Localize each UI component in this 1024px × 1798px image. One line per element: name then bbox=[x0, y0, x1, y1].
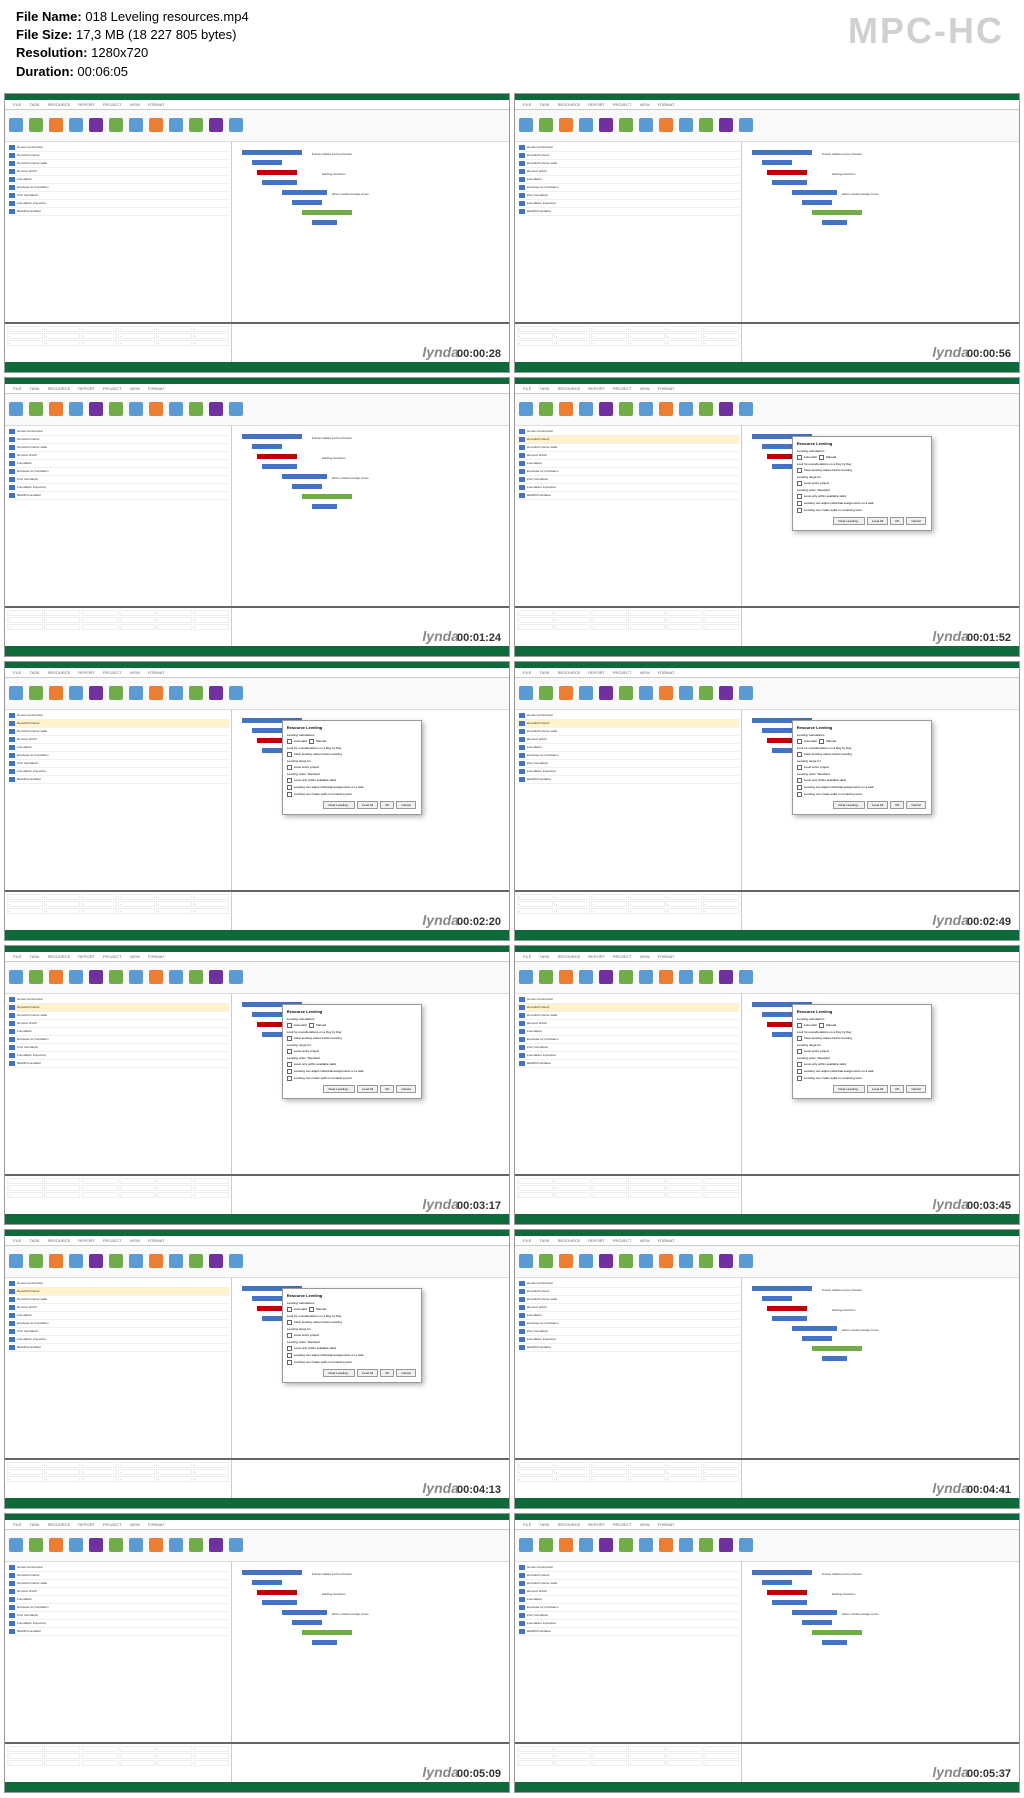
watermark: lynda bbox=[422, 912, 459, 928]
player-logo: MPC-HC bbox=[848, 10, 1004, 52]
timestamp: 00:04:13 bbox=[457, 1484, 501, 1496]
timestamp: 00:05:37 bbox=[967, 1768, 1011, 1780]
timestamp: 00:01:24 bbox=[457, 632, 501, 644]
video-thumbnail[interactable]: FILETASKRESOURCEREPORTPROJECTVIEWFORMATH… bbox=[4, 93, 510, 373]
duration-label: Duration: bbox=[16, 64, 74, 79]
resolution-label: Resolution: bbox=[16, 45, 88, 60]
video-thumbnail[interactable]: FILETASKRESOURCEREPORTPROJECTVIEWFORMATH… bbox=[514, 1513, 1020, 1793]
watermark: lynda bbox=[932, 344, 969, 360]
file-name-value: 018 Leveling resources.mp4 bbox=[85, 9, 248, 24]
video-thumbnail[interactable]: FILETASKRESOURCEREPORTPROJECTVIEWFORMATH… bbox=[514, 945, 1020, 1225]
watermark: lynda bbox=[422, 1764, 459, 1780]
watermark: lynda bbox=[422, 344, 459, 360]
video-thumbnail[interactable]: FILETASKRESOURCEREPORTPROJECTVIEWFORMATH… bbox=[4, 945, 510, 1225]
timestamp: 00:02:20 bbox=[457, 916, 501, 928]
watermark: lynda bbox=[932, 1764, 969, 1780]
video-thumbnail[interactable]: FILETASKRESOURCEREPORTPROJECTVIEWFORMATH… bbox=[4, 1513, 510, 1793]
video-thumbnail[interactable]: FILETASKRESOURCEREPORTPROJECTVIEWFORMATH… bbox=[4, 377, 510, 657]
watermark: lynda bbox=[422, 628, 459, 644]
timestamp: 00:00:28 bbox=[457, 348, 501, 360]
video-thumbnail[interactable]: FILETASKRESOURCEREPORTPROJECTVIEWFORMATH… bbox=[514, 661, 1020, 941]
watermark: lynda bbox=[932, 912, 969, 928]
watermark: lynda bbox=[932, 628, 969, 644]
timestamp: 00:02:49 bbox=[967, 916, 1011, 928]
video-thumbnail[interactable]: FILETASKRESOURCEREPORTPROJECTVIEWFORMATH… bbox=[514, 377, 1020, 657]
timestamp: 00:03:17 bbox=[457, 1200, 501, 1212]
file-name-label: File Name: bbox=[16, 9, 82, 24]
file-size-value: 17,3 MB (18 227 805 bytes) bbox=[76, 27, 236, 42]
thumbnail-grid: FILETASKRESOURCEREPORTPROJECTVIEWFORMATH… bbox=[0, 89, 1024, 1797]
timestamp: 00:01:52 bbox=[967, 632, 1011, 644]
watermark: lynda bbox=[422, 1196, 459, 1212]
duration-value: 00:06:05 bbox=[77, 64, 128, 79]
video-thumbnail[interactable]: FILETASKRESOURCEREPORTPROJECTVIEWFORMATH… bbox=[4, 661, 510, 941]
watermark: lynda bbox=[422, 1480, 459, 1496]
timestamp: 00:04:41 bbox=[967, 1484, 1011, 1496]
watermark: lynda bbox=[932, 1480, 969, 1496]
video-thumbnail[interactable]: FILETASKRESOURCEREPORTPROJECTVIEWFORMATH… bbox=[4, 1229, 510, 1509]
video-thumbnail[interactable]: FILETASKRESOURCEREPORTPROJECTVIEWFORMATH… bbox=[514, 93, 1020, 373]
timestamp: 00:00:56 bbox=[967, 348, 1011, 360]
file-info-header: File Name: 018 Leveling resources.mp4 Fi… bbox=[0, 0, 1024, 89]
file-size-label: File Size: bbox=[16, 27, 72, 42]
watermark: lynda bbox=[932, 1196, 969, 1212]
video-thumbnail[interactable]: FILETASKRESOURCEREPORTPROJECTVIEWFORMATH… bbox=[514, 1229, 1020, 1509]
timestamp: 00:05:09 bbox=[457, 1768, 501, 1780]
resolution-value: 1280x720 bbox=[91, 45, 148, 60]
timestamp: 00:03:45 bbox=[967, 1200, 1011, 1212]
